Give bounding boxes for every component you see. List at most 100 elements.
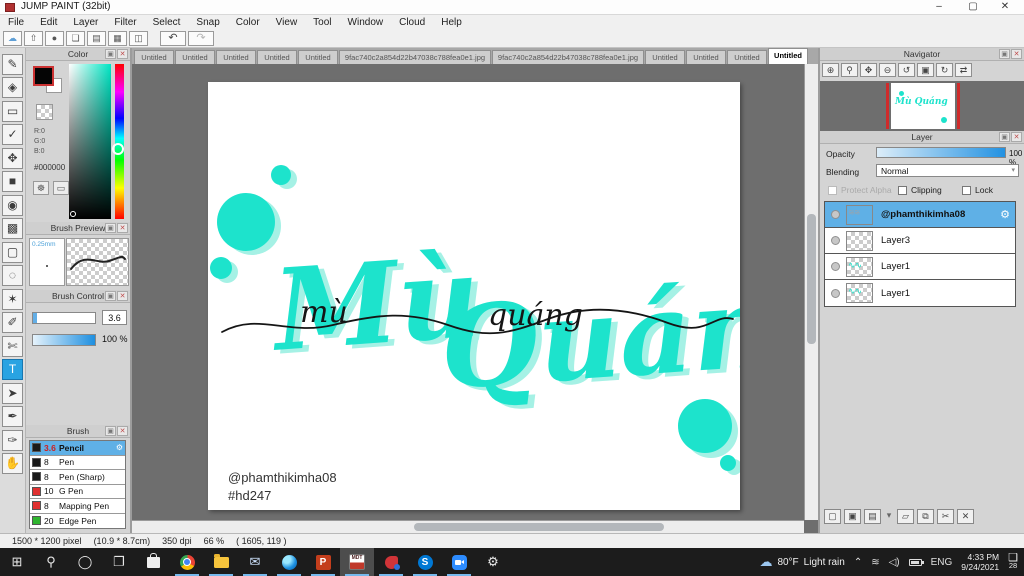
minimize-button[interactable]: – <box>924 0 954 14</box>
layer-row[interactable]: ∿∿ Layer1 <box>825 254 1015 280</box>
zoom-tool-icon[interactable]: ⚲ <box>841 63 858 77</box>
new-layer-icon[interactable]: ▢ <box>824 509 841 524</box>
gradient-tool[interactable]: ▩ <box>2 218 23 239</box>
menu-edit[interactable]: Edit <box>32 17 65 28</box>
comment-icon[interactable]: ● <box>45 30 64 46</box>
move-tool[interactable]: ✥ <box>2 147 23 169</box>
vertical-scrollbar[interactable] <box>804 64 818 520</box>
menu-window[interactable]: Window <box>340 17 392 28</box>
tab-untitled[interactable]: Untitled <box>298 50 338 64</box>
lasso-tool[interactable]: ◌ <box>2 265 23 286</box>
brush-row-pen-sharp[interactable]: 8 Pen (Sharp) <box>30 470 125 485</box>
language-indicator[interactable]: ENG <box>931 557 953 568</box>
tab-jpg-file[interactable]: 9fac740c2a854d22b47038c788fea0e1.jpg <box>339 50 491 64</box>
taskbar-edge[interactable] <box>272 548 306 576</box>
brush-row-edge-pen[interactable]: 20 Edge Pen <box>30 513 125 528</box>
brush-settings-icon[interactable]: ⚙ <box>116 443 123 452</box>
clipping-checkbox[interactable] <box>898 186 907 195</box>
brush-tool[interactable]: ✎ <box>2 53 23 75</box>
color-slot-icon[interactable]: ▭ <box>53 181 69 195</box>
merge-layer-icon[interactable]: ✂ <box>937 509 954 524</box>
tab-untitled[interactable]: Untitled <box>686 50 726 64</box>
blending-select[interactable]: Normal ▾ <box>876 164 1019 177</box>
select-pen-tool[interactable]: ✐ <box>2 312 23 333</box>
visibility-toggle-icon[interactable] <box>831 236 840 245</box>
protect-alpha-checkbox[interactable] <box>828 186 837 195</box>
hue-slider[interactable] <box>115 64 124 219</box>
layer-row-selected[interactable]: ≋≋ @phamthikimha08 ⚙ <box>825 202 1015 228</box>
redo-button[interactable]: ↷ <box>188 30 214 46</box>
start-button[interactable]: ⊞ <box>0 548 34 576</box>
select-rect-tool[interactable]: ▢ <box>2 241 23 263</box>
primary-color-swatch[interactable] <box>33 66 54 86</box>
tab-untitled[interactable]: Untitled <box>134 50 174 64</box>
menu-help[interactable]: Help <box>433 17 470 28</box>
new-1bit-layer-icon[interactable]: ▤ <box>864 509 881 524</box>
text-tool[interactable]: T <box>2 359 23 380</box>
brush-size-value[interactable]: 3.6 <box>102 310 127 325</box>
document-icon[interactable]: ▤ <box>87 30 106 46</box>
brush-row-pen[interactable]: 8 Pen <box>30 455 125 470</box>
menu-view[interactable]: View <box>268 17 306 28</box>
popout-icon[interactable]: ▣ <box>105 291 116 301</box>
menu-tool[interactable]: Tool <box>305 17 339 28</box>
lock-checkbox[interactable] <box>962 186 971 195</box>
fit-screen-icon[interactable]: ✥ <box>860 63 877 77</box>
popout-icon[interactable]: ▣ <box>105 49 116 59</box>
brush-row-pencil[interactable]: 3.6 Pencil ⚙ <box>30 441 125 456</box>
opacity-slider[interactable] <box>876 147 1006 158</box>
reset-view-icon[interactable]: ▣ <box>917 63 934 77</box>
horizontal-scrollbar[interactable] <box>132 520 804 533</box>
menu-cloud[interactable]: Cloud <box>391 17 433 28</box>
new-folder-icon[interactable]: ▱ <box>897 509 914 524</box>
divide-tool[interactable]: ✒ <box>2 406 23 427</box>
tab-untitled[interactable]: Untitled <box>257 50 297 64</box>
tab-untitled[interactable]: Untitled <box>175 50 215 64</box>
undo-button[interactable]: ↶ <box>160 30 186 46</box>
taskbar-store[interactable] <box>136 548 170 576</box>
task-view-button[interactable]: ❐ <box>102 548 136 576</box>
maximize-button[interactable]: ▢ <box>958 0 988 14</box>
battery-icon[interactable] <box>908 558 924 566</box>
popout-icon[interactable]: ▣ <box>105 426 116 436</box>
flip-icon[interactable]: ⇄ <box>955 63 972 77</box>
popout-icon[interactable]: ▣ <box>999 49 1010 59</box>
select-eraser-tool[interactable]: ✄ <box>2 335 23 357</box>
brush-row-g-pen[interactable]: 10 G Pen <box>30 484 125 499</box>
close-icon[interactable]: ✕ <box>1011 49 1022 59</box>
taskbar-powerpoint[interactable]: P <box>306 548 340 576</box>
rotate-cw-icon[interactable]: ↻ <box>936 63 953 77</box>
vertical-scrollbar-thumb[interactable] <box>807 214 816 344</box>
close-button[interactable]: ✕ <box>990 0 1020 14</box>
publish-icon[interactable]: ⇧ <box>24 30 43 46</box>
cortana-button[interactable]: ◯ <box>68 548 102 576</box>
notification-center[interactable]: ❑ 28 <box>1008 553 1018 570</box>
object-select-tool[interactable]: ➤ <box>2 382 23 404</box>
popout-icon[interactable]: ▣ <box>999 132 1010 142</box>
eyedropper-tool[interactable]: ✑ <box>2 429 23 451</box>
polyline-tool[interactable]: ✓ <box>2 124 23 145</box>
visibility-toggle-icon[interactable] <box>831 210 840 219</box>
menu-color[interactable]: Color <box>228 17 268 28</box>
cloud-icon[interactable]: ☁ <box>3 30 22 46</box>
navigator-preview[interactable]: Mù Quáng <box>820 81 1024 131</box>
menu-select[interactable]: Select <box>145 17 189 28</box>
sv-picker-marker[interactable] <box>70 211 76 217</box>
brush-row-mapping-pen[interactable]: 8 Mapping Pen <box>30 499 125 514</box>
shape-tool[interactable]: ▭ <box>2 100 23 122</box>
magic-wand-tool[interactable]: ✶ <box>2 288 23 310</box>
palette-wheel-icon[interactable]: ☸ <box>33 181 49 195</box>
taskbar-explorer[interactable] <box>204 548 238 576</box>
message-icon[interactable]: ❏ <box>66 30 85 46</box>
zoom-out-icon[interactable]: ⊖ <box>879 63 896 77</box>
transparent-swatch[interactable] <box>36 104 53 120</box>
eraser-tool[interactable]: ◈ <box>2 77 23 98</box>
visibility-toggle-icon[interactable] <box>831 288 840 298</box>
clock[interactable]: 4:33 PM 9/24/2021 <box>961 552 999 572</box>
popout-icon[interactable]: ▣ <box>105 223 116 233</box>
taskbar-jump-paint-active[interactable]: MDT <box>340 548 374 576</box>
menu-file[interactable]: File <box>0 17 32 28</box>
taskbar-zoom[interactable] <box>442 548 476 576</box>
taskbar-mail[interactable]: ✉ <box>238 548 272 576</box>
brush-opacity-slider[interactable] <box>32 334 96 346</box>
